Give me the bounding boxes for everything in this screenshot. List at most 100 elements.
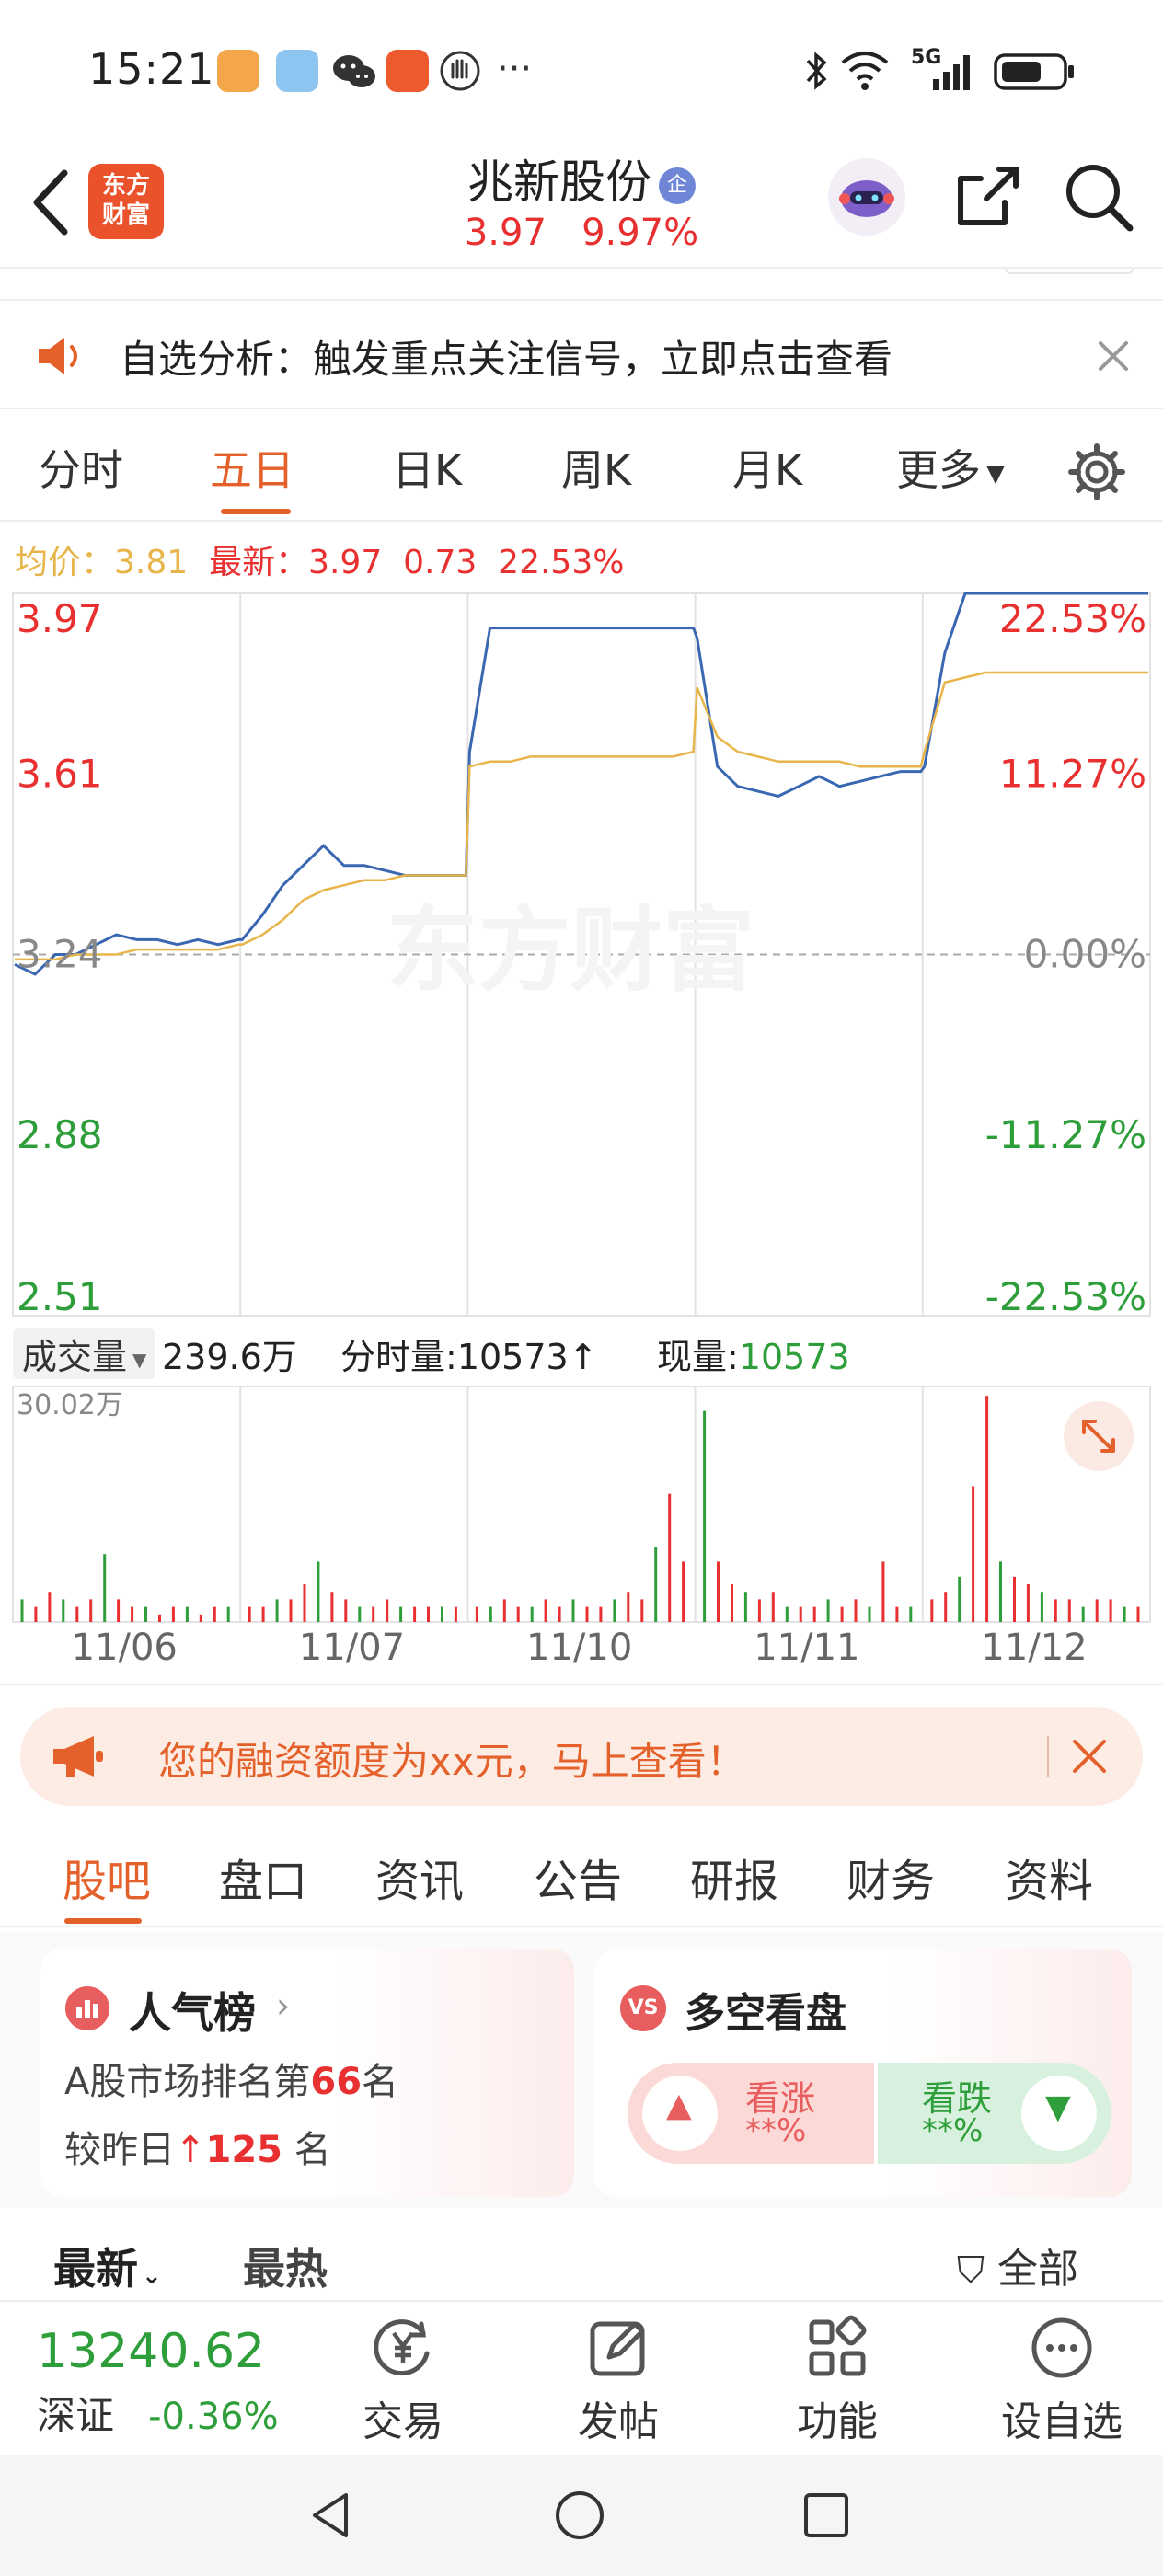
settings-gear-icon[interactable]: [1064, 439, 1130, 505]
tabs-divider: [0, 520, 1163, 522]
tab-zixun[interactable]: 资讯: [375, 1845, 464, 1909]
volume-bar: [317, 1561, 320, 1622]
alert-banner[interactable]: 自选分析：触发重点关注信号，立即点击查看: [0, 299, 1163, 409]
volume-bar: [585, 1606, 589, 1622]
volume-bar: [289, 1599, 293, 1622]
set-watchlist-button[interactable]: 设自选: [988, 2311, 1135, 2447]
search-icon[interactable]: [1058, 156, 1139, 237]
volume-bar: [799, 1606, 802, 1622]
nav-back-icon[interactable]: [305, 2490, 357, 2541]
tab-week-k[interactable]: 周K: [561, 437, 631, 498]
stock-change-pct: 9.97%: [582, 212, 699, 254]
volume-bar: [1081, 1606, 1085, 1622]
bullish-button[interactable]: ▲ 看涨 **%: [628, 2063, 874, 2164]
index-value: 13240.62: [37, 2324, 266, 2379]
up-arrow-icon: ↑: [175, 2129, 206, 2171]
volume-bar: [20, 1599, 24, 1622]
volume-bar: [303, 1584, 306, 1622]
megaphone-icon: [53, 1736, 103, 1777]
ai-assistant-icon[interactable]: [826, 156, 907, 237]
index-ticker[interactable]: 13240.62 深证 -0.36%: [37, 2324, 313, 2444]
active-section-indicator: [64, 1918, 142, 1924]
date-label: 11/12: [981, 1627, 1088, 1669]
close-icon[interactable]: [1069, 1736, 1110, 1777]
popularity-card[interactable]: 人气榜 › A股市场排名第66名 较昨日↑125 名: [40, 1949, 574, 2197]
bearish-button[interactable]: 看跌 **% ▼: [878, 2063, 1111, 2164]
volume-bar: [330, 1592, 334, 1622]
sort-hot-button[interactable]: 最热: [243, 2236, 328, 2296]
rank-number: 66: [310, 2061, 363, 2103]
right-axis-label: 0.00%: [1024, 932, 1146, 977]
tab-wuri[interactable]: 五日: [210, 437, 294, 498]
change-suffix: 名: [294, 2129, 331, 2171]
volume-bar: [599, 1606, 603, 1622]
right-axis-label: 22.53%: [999, 596, 1146, 641]
index-name-row: 深证 -0.36%: [37, 2385, 313, 2441]
five-day-price-chart[interactable]: 东方财富 3.97 3.61 3.24 2.88 2.51 22.53% 11.27% 0.00…: [0, 589, 1163, 1320]
sort-latest-label: 最新: [53, 2244, 138, 2294]
volume-bar: [771, 1592, 775, 1622]
volume-bar: [427, 1606, 430, 1622]
volume-bar: [372, 1606, 375, 1622]
tab-more-label: 更多: [896, 445, 981, 495]
share-icon[interactable]: [948, 156, 1029, 237]
volume-bar: [441, 1606, 443, 1622]
volume-bar: [213, 1606, 216, 1622]
volume-bar: [999, 1561, 1002, 1622]
bluetooth-icon: [806, 52, 827, 90]
volume-chart[interactable]: 30.02万: [0, 1385, 1163, 1626]
volume-bar: [703, 1410, 707, 1622]
volume-bar: [117, 1599, 121, 1622]
tab-ziliao[interactable]: 资料: [1005, 1845, 1093, 1909]
header-tab-hint: [1005, 269, 1134, 274]
functions-label: 功能: [797, 2398, 878, 2445]
tab-day-k[interactable]: 日K: [392, 437, 462, 498]
expand-icon[interactable]: [1064, 1401, 1134, 1471]
bottom-toolbar: 13240.62 深证 -0.36% 交易 发帖 功能 设自选: [0, 2300, 1163, 2455]
tab-month-k[interactable]: 月K: [732, 437, 802, 498]
volume-bar: [840, 1606, 844, 1622]
tab-fenshi[interactable]: 分时: [39, 437, 123, 498]
volume-bar: [826, 1599, 830, 1622]
close-icon[interactable]: [1095, 338, 1132, 374]
stock-name: 兆新股份: [467, 155, 651, 209]
volume-selector[interactable]: 成交量 ▼: [13, 1328, 156, 1379]
left-axis-label: 3.24: [17, 932, 103, 977]
nav-home-icon[interactable]: [554, 2490, 605, 2541]
rank-suffix: 名: [362, 2061, 399, 2103]
sentiment-card[interactable]: VS 多空看盘 ▲ 看涨 **% 看跌 **% ▼: [594, 1949, 1132, 2197]
tab-caiwu[interactable]: 财务: [846, 1845, 935, 1909]
trade-button[interactable]: 交易: [339, 2311, 467, 2447]
tab-gonggao[interactable]: 公告: [534, 1845, 622, 1909]
volume-bar: [144, 1606, 147, 1622]
tab-guba[interactable]: 股吧: [63, 1845, 151, 1909]
nav-recents-icon[interactable]: [802, 2491, 850, 2539]
chart-period-tabs: 分时 五日 日K 周K 月K 更多 ▼: [0, 419, 1163, 520]
volume-bar: [475, 1606, 478, 1622]
volume-max-label: 30.02万: [17, 1389, 123, 1421]
tab-yanbao[interactable]: 研报: [690, 1845, 778, 1909]
volume-bar: [502, 1599, 506, 1622]
chevron-down-icon: ⌄: [142, 2262, 162, 2290]
chevron-right-icon: ›: [276, 1985, 291, 2026]
filter-all-button[interactable]: ⛉ 全部: [957, 2236, 1078, 2294]
functions-button[interactable]: 功能: [773, 2311, 902, 2447]
date-label: 11/10: [526, 1627, 633, 1669]
sort-latest-button[interactable]: 最新 ⌄: [53, 2236, 162, 2296]
fenshi-volume: 分时量:10573↑: [340, 1328, 598, 1379]
fenshi-volume-label: 分时量:: [340, 1337, 457, 1377]
volume-bar: [489, 1606, 492, 1622]
status-time: 15:21: [88, 44, 215, 94]
post-button[interactable]: 发帖: [554, 2311, 683, 2447]
latest-price-label: 最新：: [209, 544, 309, 581]
right-axis-label: -11.27%: [985, 1112, 1146, 1157]
margin-finance-banner[interactable]: 您的融资额度为xx元，马上查看！: [20, 1707, 1143, 1806]
triangle-down-icon: ▼: [1045, 2088, 1071, 2126]
volume-bar: [640, 1599, 644, 1622]
tab-more[interactable]: 更多 ▼: [896, 437, 1005, 498]
bullish-value: **%: [745, 2112, 807, 2149]
volume-bar: [654, 1547, 658, 1622]
tab-pankou[interactable]: 盘口: [219, 1845, 307, 1909]
left-axis-label: 3.97: [17, 596, 103, 641]
volume-bar: [454, 1606, 457, 1622]
